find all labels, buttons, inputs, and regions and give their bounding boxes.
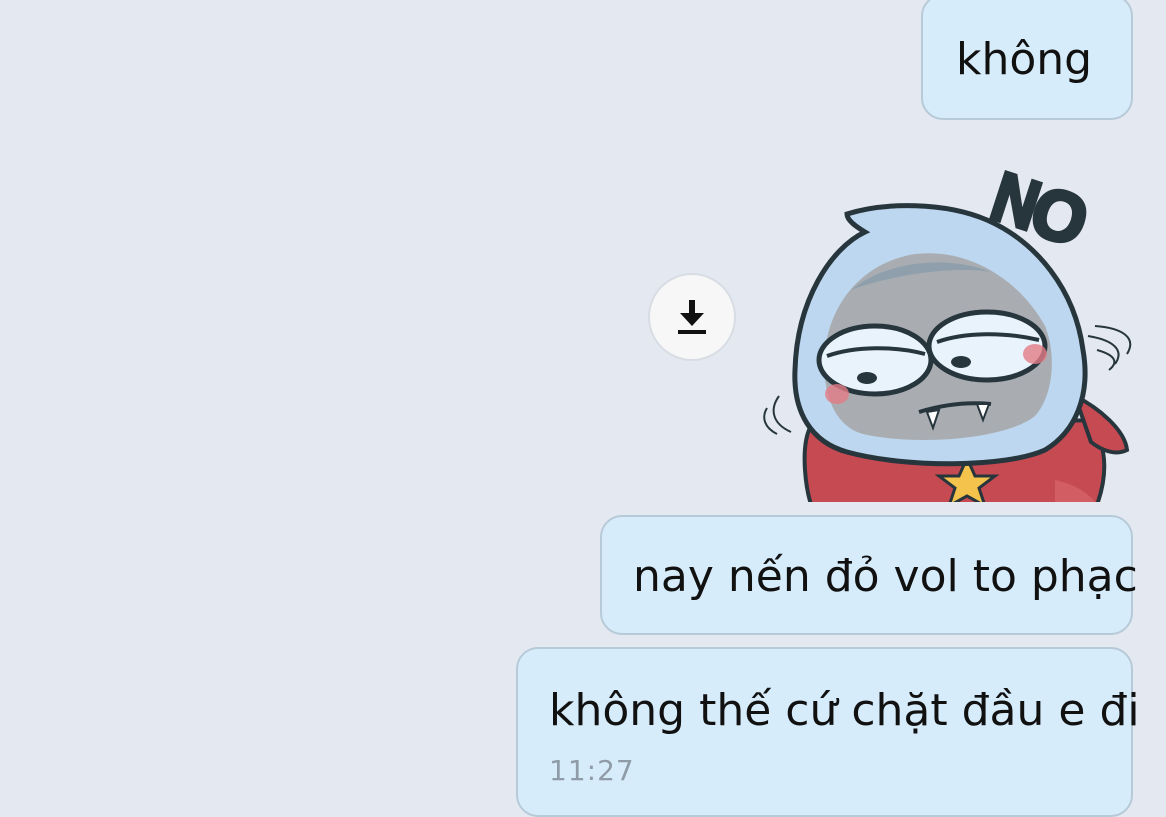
no-shark-sticker[interactable] xyxy=(755,150,1135,502)
shark-eye-left xyxy=(816,323,934,397)
message-timestamp: 11:27 xyxy=(549,754,635,787)
message-text: nay nến đỏ vol to phạc xyxy=(633,551,1138,602)
download-icon xyxy=(678,300,706,334)
message-bubble[interactable]: nay nến đỏ vol to phạc xyxy=(600,515,1138,635)
message-bubble[interactable]: không thế cứ chặt đầu e đi 11:27 xyxy=(516,647,1140,817)
download-sticker-button[interactable] xyxy=(650,275,734,359)
message-bubble[interactable]: không xyxy=(921,0,1133,120)
message-text: không xyxy=(956,34,1093,85)
message-text: không thế cứ chặt đầu e đi xyxy=(549,685,1140,736)
shark-eye-right xyxy=(926,309,1048,383)
